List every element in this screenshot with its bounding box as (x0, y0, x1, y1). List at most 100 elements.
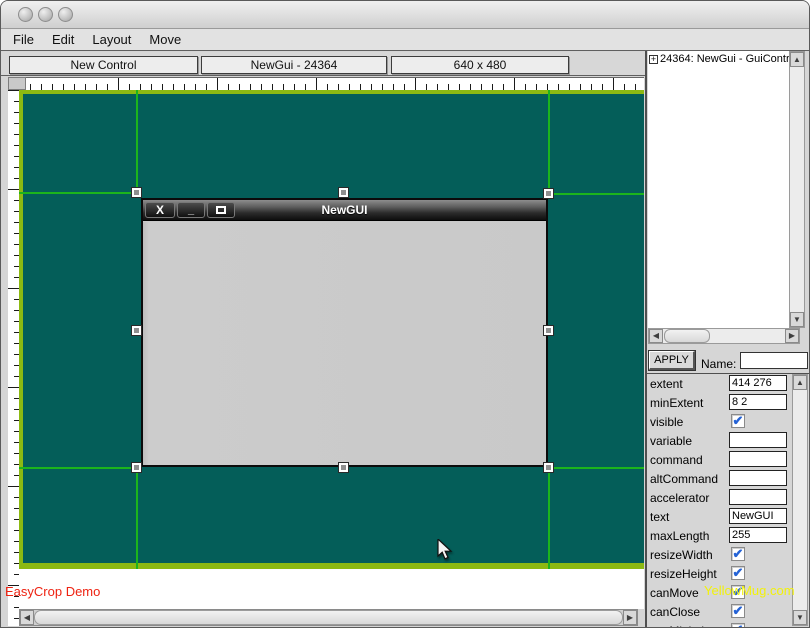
guide-line-right-top (548, 90, 550, 194)
property-input[interactable] (729, 451, 787, 467)
property-row: text (647, 507, 809, 526)
inspector-panel: + 24364: NewGui - GuiContro ▲ ▼ ◀ ▶ APPL… (647, 51, 809, 627)
property-input[interactable] (729, 394, 787, 410)
property-label: minExtent (650, 396, 704, 410)
property-row: resizeWidth ✔ (647, 545, 809, 564)
yellowmug-watermark: YellowMug.com (704, 583, 795, 598)
designed-window-body[interactable] (143, 222, 546, 465)
canvas-horizontal-scrollbar[interactable]: ◀ ▶ (19, 609, 638, 626)
designed-window-title: NewGUI (321, 203, 368, 217)
property-row: resizeHeight ✔ (647, 564, 809, 583)
property-label: variable (650, 434, 693, 448)
mouse-cursor (437, 539, 453, 560)
titlebar[interactable] (1, 1, 809, 29)
canvas-size-button[interactable]: 640 x 480 (391, 56, 569, 74)
resize-handle-n[interactable] (338, 187, 349, 198)
easycrop-watermark: EasyCrop Demo (5, 584, 101, 599)
property-label: extent (650, 377, 683, 391)
resize-handle-w[interactable] (131, 325, 142, 336)
scroll-right-button[interactable]: ▶ (785, 329, 799, 343)
resize-handle-e[interactable] (543, 325, 554, 336)
guide-line-right-bottom (548, 468, 550, 569)
resize-handle-se[interactable] (543, 462, 554, 473)
property-label: altCommand (650, 472, 719, 486)
apply-row: APPLY Name: (647, 349, 809, 373)
property-input[interactable] (729, 432, 787, 448)
scroll-up-button[interactable]: ▲ (793, 375, 807, 390)
vertical-ruler (8, 90, 19, 626)
property-row: variable (647, 431, 809, 450)
property-label: accelerator (650, 491, 710, 505)
menu-move[interactable]: Move (140, 32, 190, 47)
scroll-right-button[interactable]: ▶ (623, 610, 637, 625)
designed-window-titlebar[interactable]: X _ NewGUI (143, 200, 546, 221)
property-input[interactable] (729, 527, 787, 543)
name-label: Name: (701, 357, 737, 371)
tree-item-root[interactable]: + 24364: NewGui - GuiContro (648, 51, 789, 65)
property-input[interactable] (729, 489, 787, 505)
menu-layout[interactable]: Layout (83, 32, 140, 47)
property-checkbox[interactable]: ✔ (731, 547, 745, 561)
scrollbar-thumb[interactable] (664, 329, 710, 343)
property-label: canMinimize (650, 624, 717, 627)
property-label: text (650, 510, 670, 524)
scrollbar-thumb[interactable] (34, 610, 623, 625)
zoom-window-button[interactable] (58, 7, 73, 22)
property-label: canClose (650, 605, 701, 619)
property-input[interactable] (729, 508, 787, 524)
property-label: resizeHeight (650, 567, 717, 581)
tree-horizontal-scrollbar[interactable]: ◀ ▶ (648, 328, 800, 344)
app-window: File Edit Layout Move New Control NewGui… (0, 0, 810, 628)
property-label: maxLength (650, 529, 710, 543)
menubar: File Edit Layout Move (1, 29, 809, 51)
horizontal-ruler (19, 77, 644, 90)
resize-handle-ne[interactable] (543, 188, 554, 199)
name-input[interactable] (740, 352, 808, 369)
tree-expand-icon[interactable]: + (649, 54, 658, 64)
property-row: extent (647, 374, 809, 393)
property-label: resizeWidth (650, 548, 713, 562)
property-row: canClose ✔ (647, 602, 809, 621)
property-checkbox[interactable]: ✔ (731, 566, 745, 580)
property-input[interactable] (729, 375, 787, 391)
property-row: minExtent (647, 393, 809, 412)
property-row: maxLength (647, 526, 809, 545)
scroll-up-button[interactable]: ▲ (790, 52, 804, 67)
widget-tree[interactable]: + 24364: NewGui - GuiContro (648, 51, 789, 328)
tree-item-label: 24364: NewGui - GuiContro (660, 53, 789, 65)
property-checkbox[interactable]: ✔ (731, 604, 745, 618)
property-row: canMinimize ✔ (647, 621, 809, 627)
guide-line-bottom-right (550, 467, 644, 469)
scroll-left-button[interactable]: ◀ (20, 610, 34, 625)
designed-window[interactable]: X _ NewGUI (141, 198, 548, 467)
guide-line-left-top (136, 90, 138, 193)
property-row: altCommand (647, 469, 809, 488)
newgui-window-button[interactable]: NewGui - 24364 (201, 56, 387, 74)
scroll-down-button[interactable]: ▼ (793, 610, 807, 625)
close-window-button[interactable] (18, 7, 33, 22)
scroll-left-button[interactable]: ◀ (649, 329, 663, 343)
property-row: accelerator (647, 488, 809, 507)
menu-edit[interactable]: Edit (43, 32, 83, 47)
resize-handle-nw[interactable] (131, 187, 142, 198)
resize-handle-sw[interactable] (131, 462, 142, 473)
guide-line-top-right (550, 193, 644, 195)
new-control-button[interactable]: New Control (9, 56, 198, 74)
apply-button[interactable]: APPLY (648, 350, 696, 371)
property-checkbox[interactable]: ✔ (731, 623, 745, 627)
ruler-corner-box (8, 77, 26, 90)
tree-vertical-scrollbar[interactable]: ▲ ▼ (789, 51, 805, 328)
property-row: command (647, 450, 809, 469)
toolbar: New Control NewGui - 24364 640 x 480 (1, 52, 645, 76)
guide-line-left-bottom (136, 468, 138, 569)
property-label: canMove (650, 586, 699, 600)
guide-line-top-left (19, 192, 137, 194)
resize-handle-s[interactable] (338, 462, 349, 473)
property-checkbox[interactable]: ✔ (731, 414, 745, 428)
minimize-window-button[interactable] (38, 7, 53, 22)
canvas-lower-margin (19, 569, 644, 609)
menu-file[interactable]: File (1, 32, 43, 47)
property-label: command (650, 453, 703, 467)
scroll-down-button[interactable]: ▼ (790, 312, 804, 327)
property-input[interactable] (729, 470, 787, 486)
